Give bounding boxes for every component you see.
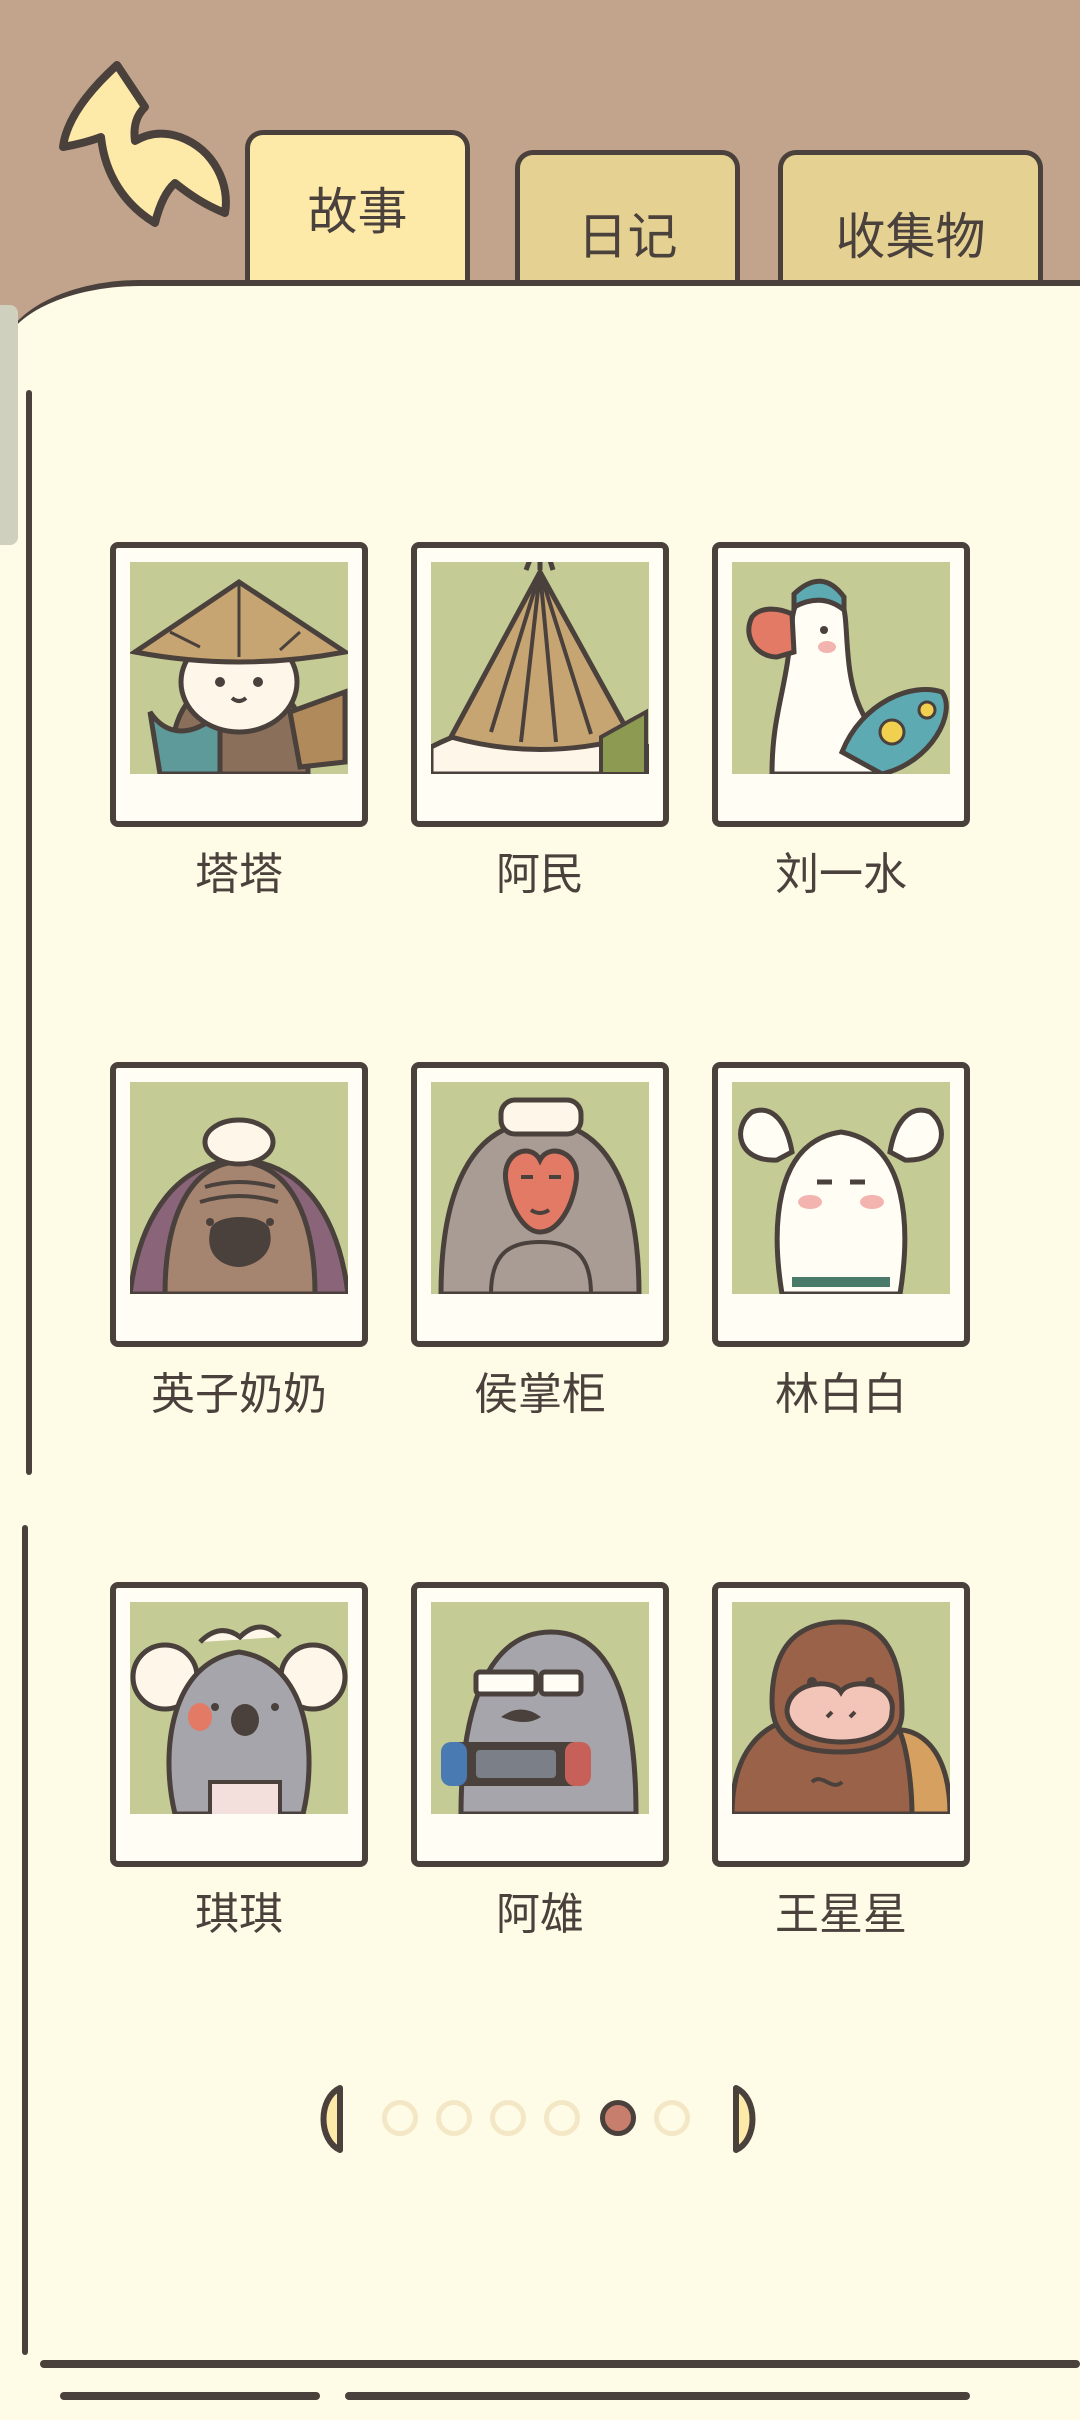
character-card-hou-shopkeeper[interactable] <box>411 1062 669 1347</box>
character-name-yingzi-grandma: 英子奶奶 <box>151 1369 327 1420</box>
page-dot-6[interactable] <box>654 2100 690 2136</box>
page-dot-4[interactable] <box>544 2100 580 2136</box>
gorilla-icon <box>732 1602 950 1814</box>
character-name-qiqi: 琪琪 <box>195 1889 283 1940</box>
page-dot-2[interactable] <box>436 2100 472 2136</box>
tab-collection-label: 收集物 <box>835 207 986 266</box>
character-card-tata[interactable] <box>110 542 368 827</box>
next-page-button[interactable] <box>726 2084 766 2154</box>
character-name-linbaibai: 林白白 <box>775 1369 907 1420</box>
page-dot-3[interactable] <box>490 2100 526 2136</box>
koala-icon <box>130 1602 348 1814</box>
tab-diary[interactable]: 日记 <box>515 150 740 290</box>
page-dot-1[interactable] <box>382 2100 418 2136</box>
page-spine-lower <box>22 1525 28 2355</box>
character-card-linbaibai[interactable] <box>712 1062 970 1347</box>
otter-straw-hat-icon <box>130 562 348 774</box>
pagination <box>310 2080 770 2160</box>
previous-page-button[interactable] <box>310 2084 350 2154</box>
character-card-axiong[interactable] <box>411 1582 669 1867</box>
character-card-wangxingxing[interactable] <box>712 1582 970 1867</box>
hedgehog-straw-hat-icon <box>431 562 649 774</box>
page-bottom-edge-left <box>60 2392 320 2400</box>
back-button[interactable] <box>55 55 245 235</box>
character-card-qiqi[interactable] <box>110 1582 368 1867</box>
character-name-tata: 塔塔 <box>195 849 283 900</box>
character-card-yingzi-grandma[interactable] <box>110 1062 368 1347</box>
character-name-amin: 阿民 <box>496 849 584 900</box>
chevron-left-icon <box>320 2085 343 2153</box>
platypus-grandma-icon <box>130 1082 348 1294</box>
character-card-liuyishui[interactable] <box>712 542 970 827</box>
chevron-right-icon <box>733 2085 756 2153</box>
seal-gamer-icon <box>431 1602 649 1814</box>
character-card-amin[interactable] <box>411 542 669 827</box>
tab-story-label: 故事 <box>307 182 408 241</box>
character-name-axiong: 阿雄 <box>496 1889 584 1940</box>
duck-surfboard-icon <box>732 562 950 774</box>
macaque-icon <box>431 1082 649 1294</box>
page-bottom-edge <box>40 2360 1080 2368</box>
tab-story[interactable]: 故事 <box>245 130 470 290</box>
curved-back-arrow-icon <box>59 61 230 227</box>
tab-collection[interactable]: 收集物 <box>778 150 1043 290</box>
character-name-hou-shopkeeper: 侯掌柜 <box>474 1369 606 1420</box>
page-spine-upper <box>26 390 32 1475</box>
page-dot-5[interactable] <box>600 2100 636 2136</box>
scrollbar[interactable] <box>0 305 18 545</box>
character-name-wangxingxing: 王星星 <box>775 1889 907 1940</box>
rabbit-icon <box>732 1082 950 1294</box>
page-bottom-edge-right <box>345 2392 970 2400</box>
character-name-liuyishui: 刘一水 <box>775 849 907 900</box>
tab-diary-label: 日记 <box>577 207 678 266</box>
